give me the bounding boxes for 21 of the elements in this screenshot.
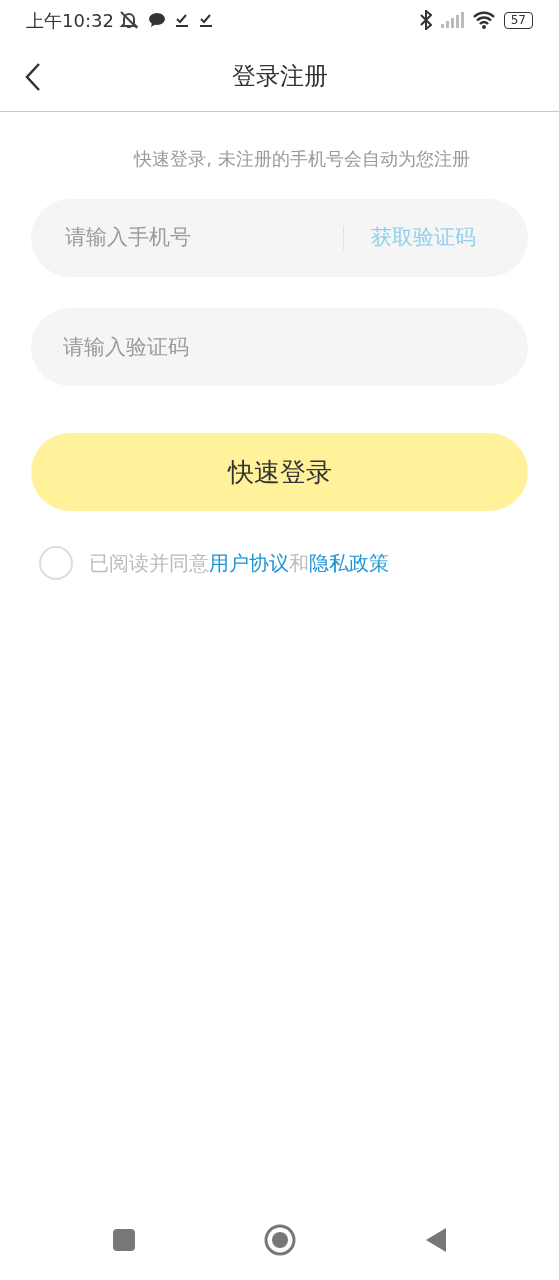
back-icon[interactable] [24, 62, 42, 92]
check-icon [197, 12, 214, 28]
agreement-link[interactable]: 隐私政策 [309, 551, 389, 575]
home-icon[interactable] [264, 1224, 297, 1256]
chat-icon [147, 12, 166, 28]
back-nav-icon[interactable] [424, 1227, 447, 1253]
page-title: 登录注册 [231, 60, 328, 92]
recents-icon[interactable] [112, 1228, 137, 1252]
login-button[interactable]: 快速登录 [31, 433, 528, 511]
signal-icon [439, 12, 464, 28]
bluetooth-icon [419, 10, 432, 30]
hint-text: 快速登录, 未注册的手机号会自动为您注册 [132, 147, 471, 171]
check-icon [173, 12, 190, 28]
battery-icon: 57 [503, 11, 533, 29]
status-time: 上午10:32 [26, 8, 114, 33]
agreement-text: 已阅读并同意用户协议和隐私政策 [89, 550, 389, 577]
code-field[interactable]: 请输入验证码 [31, 308, 528, 386]
mute-icon [117, 10, 140, 30]
agree-checkbox[interactable] [39, 546, 73, 580]
wifi-icon [471, 11, 496, 29]
agreement-link[interactable]: 用户协议 [209, 551, 289, 575]
